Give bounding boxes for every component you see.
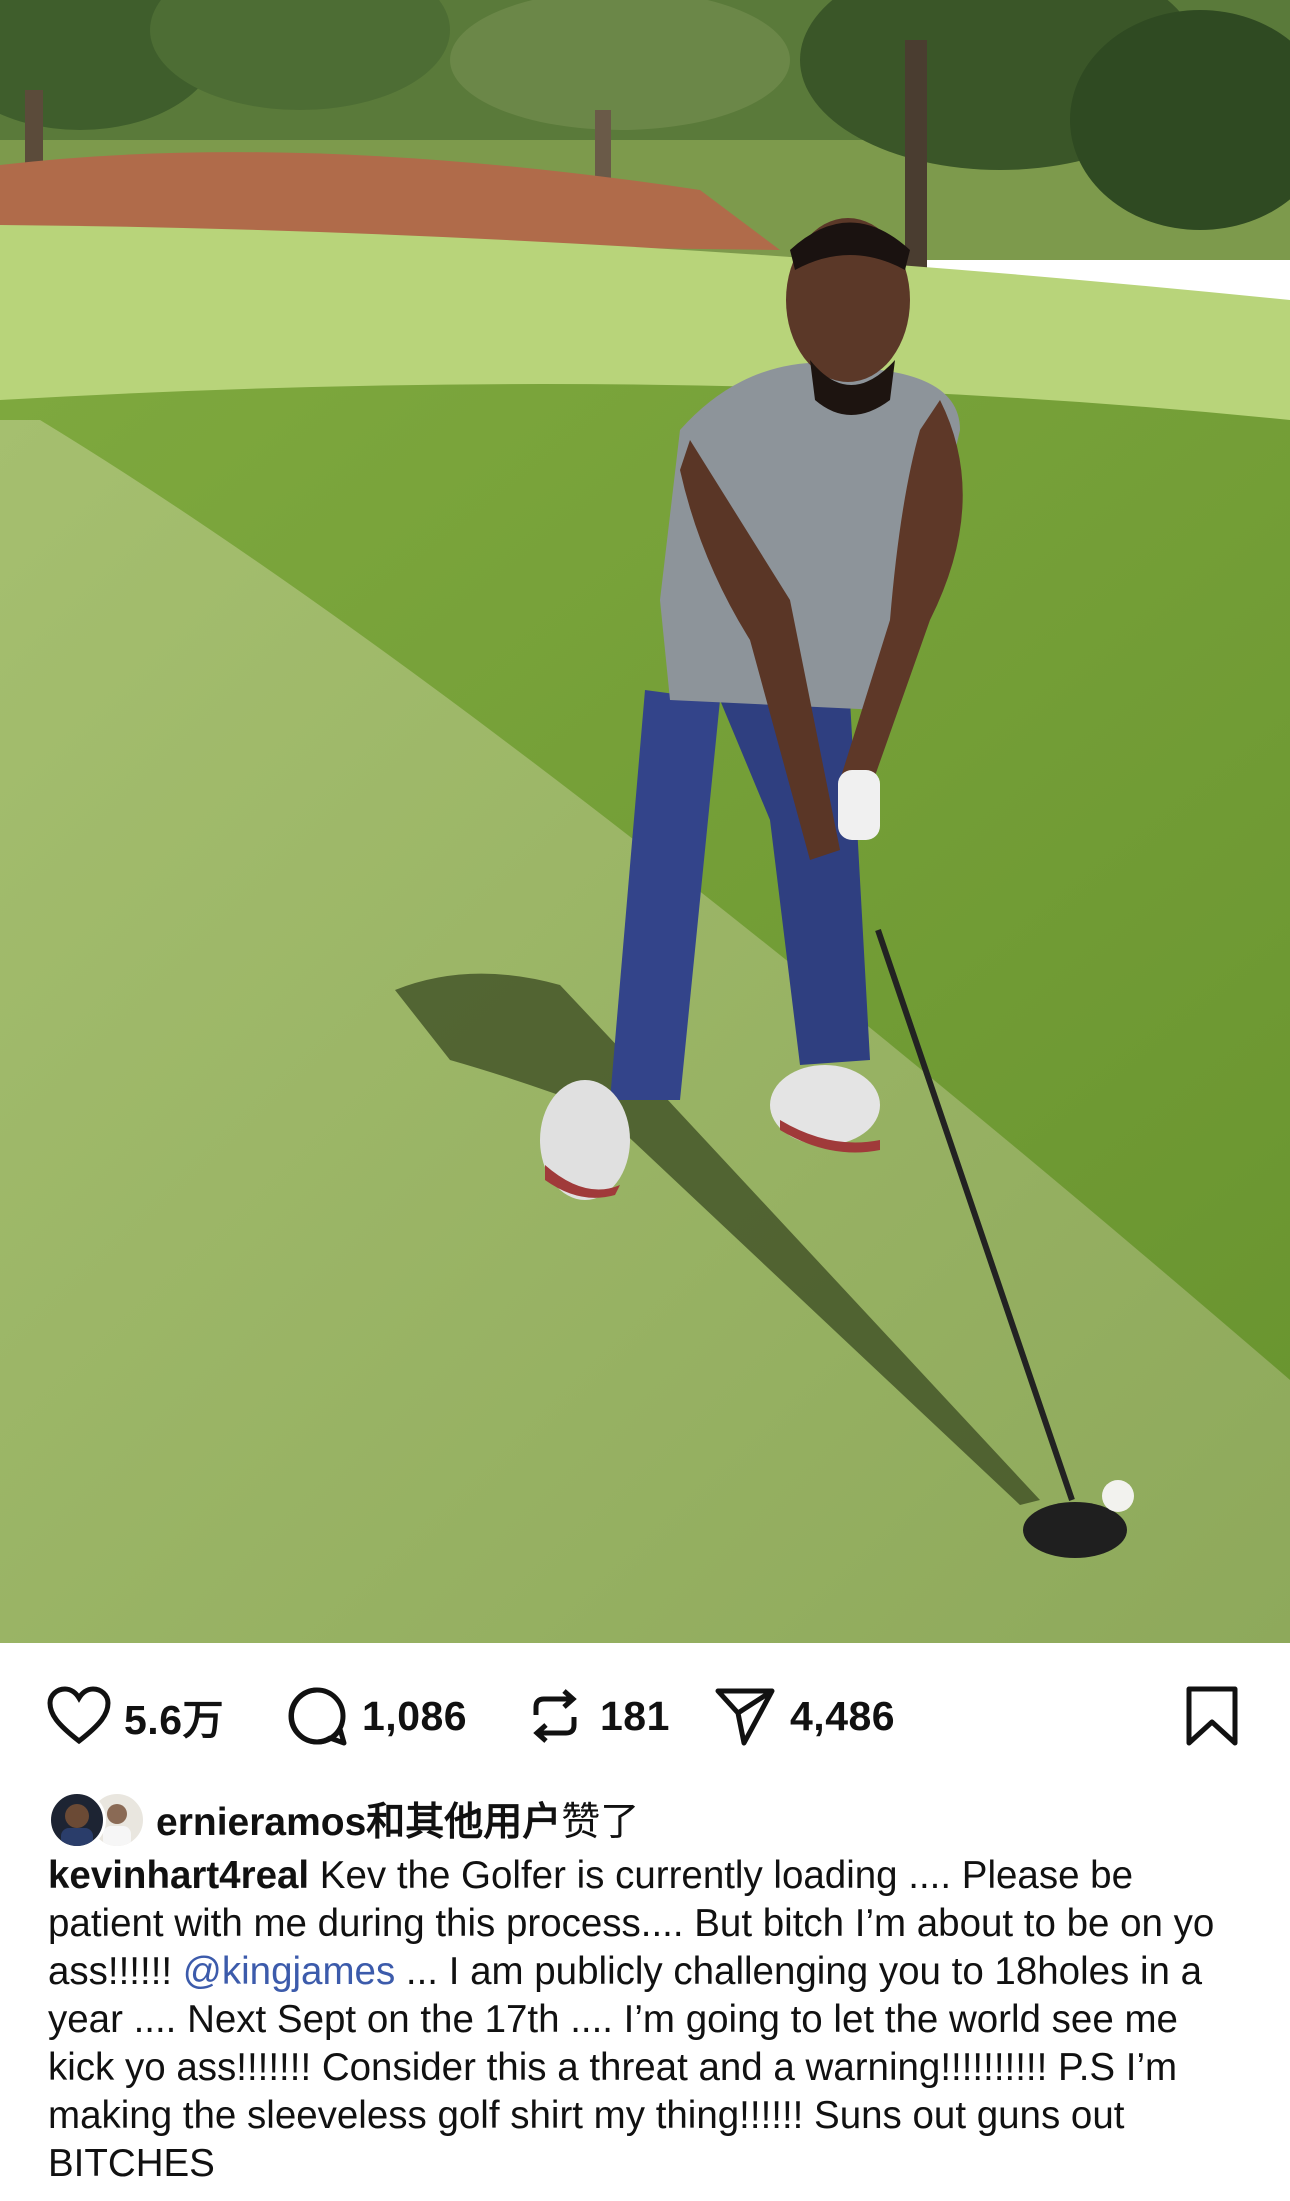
repost-icon xyxy=(520,1681,590,1751)
caption-username[interactable]: kevinhart4real xyxy=(48,1854,309,1897)
comment-button[interactable]: 1,086 xyxy=(282,1681,467,1751)
liked-by-suffix: 赞了 xyxy=(561,1801,640,1844)
repost-count: 181 xyxy=(600,1692,670,1739)
heart-icon xyxy=(44,1681,114,1751)
like-button[interactable]: 5.6万 xyxy=(44,1681,224,1751)
liked-by-others[interactable]: 和其他用户 xyxy=(366,1801,561,1844)
liked-by-row[interactable]: ernieramos和其他用户赞了 xyxy=(48,1788,639,1850)
repost-button[interactable]: 181 xyxy=(520,1681,670,1751)
comment-count: 1,086 xyxy=(362,1692,468,1739)
avatar xyxy=(48,1791,106,1849)
liked-by-text: ernieramos和其他用户赞了 xyxy=(156,1791,639,1847)
liker-username[interactable]: ernieramos xyxy=(156,1801,366,1844)
comment-icon xyxy=(282,1681,352,1751)
send-icon xyxy=(710,1681,780,1751)
liker-avatars xyxy=(48,1791,146,1849)
post-action-bar: 5.6万 1,086 181 4,486 xyxy=(0,1643,1290,1791)
caption-mention[interactable]: @kingjames xyxy=(183,1950,395,1993)
share-button[interactable]: 4,486 xyxy=(710,1681,895,1751)
post-caption: kevinhart4real Kev the Golfer is current… xyxy=(48,1852,1248,2188)
golf-photo xyxy=(0,0,1290,1643)
bookmark-icon xyxy=(1177,1681,1247,1751)
share-count: 4,486 xyxy=(790,1692,896,1739)
save-button[interactable] xyxy=(1177,1681,1247,1751)
post-photo[interactable] xyxy=(0,0,1290,1643)
like-count: 5.6万 xyxy=(124,1697,224,1743)
